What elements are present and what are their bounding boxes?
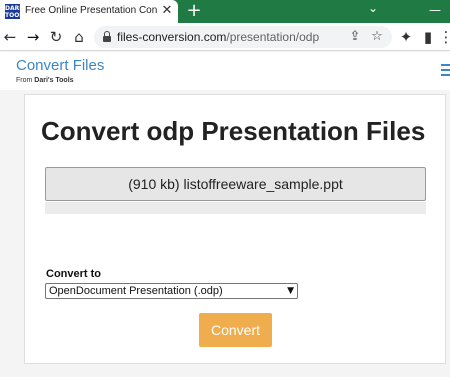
bookmark-star-icon[interactable]: ☆ xyxy=(368,27,386,47)
tab-search-chevron-icon[interactable]: ⌄ xyxy=(358,0,388,23)
browser-menu-icon[interactable]: ⋮ xyxy=(436,27,450,47)
forward-icon[interactable]: → xyxy=(23,27,43,47)
share-icon[interactable]: ⇪ xyxy=(346,27,364,47)
page-title: Convert odp Presentation Files xyxy=(41,116,426,146)
uploaded-file-box[interactable]: (910 kb) listoffreeware_sample.ppt xyxy=(45,167,426,201)
convert-to-label: Convert to xyxy=(46,268,101,280)
tab-strip: DARIS TOOLS Free Online Presentation Con… xyxy=(0,0,450,23)
file-box-shadow xyxy=(45,202,426,214)
tab-close-icon[interactable]: ✕ xyxy=(160,3,174,19)
chevron-down-icon: ▼ xyxy=(287,286,294,296)
back-icon[interactable]: ← xyxy=(0,27,20,47)
convert-button[interactable]: Convert xyxy=(199,313,272,347)
url-path: /presentation/odp xyxy=(226,30,320,44)
brand-sub-name: Dari's Tools xyxy=(34,77,74,84)
url-text[interactable]: files-conversion.com/presentation/odp xyxy=(117,30,319,44)
site-favicon-icon: DARIS TOOLS xyxy=(5,4,28,19)
hamburger-menu-icon[interactable] xyxy=(441,64,450,76)
new-tab-button[interactable]: + xyxy=(184,1,204,21)
site-brand-title[interactable]: Convert Files xyxy=(16,57,104,74)
lock-icon[interactable] xyxy=(103,31,111,42)
active-tab[interactable]: DARIS TOOLS Free Online Presentation Con… xyxy=(0,0,178,23)
side-panel-icon[interactable]: ▮ xyxy=(418,27,438,47)
format-select-value: OpenDocument Presentation (.odp) xyxy=(49,285,223,297)
url-domain: files-conversion.com xyxy=(117,30,227,44)
extensions-icon[interactable]: ✦ xyxy=(396,27,416,47)
site-brand-subtitle: From Dari's Tools xyxy=(16,77,74,84)
reload-icon[interactable]: ↻ xyxy=(46,27,66,47)
minimize-button[interactable]: — xyxy=(420,0,450,23)
browser-toolbar: ← → ↻ ⌂ files-conversion.com/presentatio… xyxy=(0,23,450,51)
brand-sub-prefix: From xyxy=(16,77,35,84)
address-bar[interactable]: files-conversion.com/presentation/odp ⇪ … xyxy=(94,26,392,48)
site-header: Convert Files From Dari's Tools xyxy=(0,52,450,90)
tab-title: Free Online Presentation Convert xyxy=(25,5,157,16)
home-icon[interactable]: ⌂ xyxy=(69,27,89,47)
output-format-select[interactable]: OpenDocument Presentation (.odp) ▼ xyxy=(45,283,298,299)
